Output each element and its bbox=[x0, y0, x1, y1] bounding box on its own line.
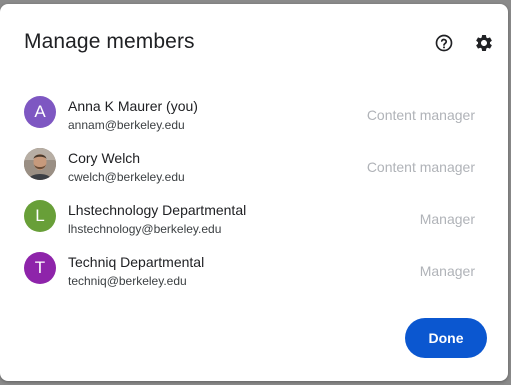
help-button[interactable] bbox=[433, 32, 455, 54]
dialog-title: Manage members bbox=[24, 30, 195, 53]
member-role-dropdown[interactable]: Manager bbox=[420, 211, 475, 227]
member-email: techniq@berkeley.edu bbox=[68, 274, 187, 288]
member-email: lhstechnology@berkeley.edu bbox=[68, 222, 222, 236]
member-name: Cory Welch bbox=[68, 150, 141, 166]
member-row: Cory Welch cwelch@berkeley.edu Content m… bbox=[0, 136, 508, 188]
avatar bbox=[24, 148, 56, 180]
profile-photo-icon bbox=[24, 148, 56, 180]
avatar-letter: L bbox=[35, 206, 45, 225]
member-list: A Anna K Maurer (you) annam@berkeley.edu… bbox=[0, 84, 508, 292]
manage-members-dialog: Manage members A Anna K Maurer (you) ann… bbox=[0, 4, 508, 381]
member-row: L Lhstechnology Departmental lhstechnolo… bbox=[0, 188, 508, 240]
avatar: A bbox=[24, 96, 56, 128]
avatar-letter: T bbox=[34, 258, 46, 277]
member-email: cwelch@berkeley.edu bbox=[68, 170, 185, 184]
avatar: T bbox=[24, 252, 56, 284]
help-circle-icon bbox=[435, 34, 453, 52]
member-role-dropdown[interactable]: Manager bbox=[420, 263, 475, 279]
done-button[interactable]: Done bbox=[405, 318, 487, 358]
member-name: Techniq Departmental bbox=[68, 254, 205, 270]
gear-icon bbox=[476, 34, 492, 51]
member-name: Lhstechnology Departmental bbox=[68, 202, 247, 218]
avatar-letter: A bbox=[34, 102, 46, 121]
member-role-dropdown[interactable]: Content manager bbox=[367, 159, 475, 175]
member-row: A Anna K Maurer (you) annam@berkeley.edu… bbox=[0, 84, 508, 136]
member-email: annam@berkeley.edu bbox=[68, 118, 185, 132]
avatar: L bbox=[24, 200, 56, 232]
settings-button[interactable] bbox=[473, 32, 495, 54]
member-row: T Techniq Departmental techniq@berkeley.… bbox=[0, 240, 508, 292]
member-name: Anna K Maurer (you) bbox=[68, 98, 198, 114]
member-role-dropdown[interactable]: Content manager bbox=[367, 107, 475, 123]
